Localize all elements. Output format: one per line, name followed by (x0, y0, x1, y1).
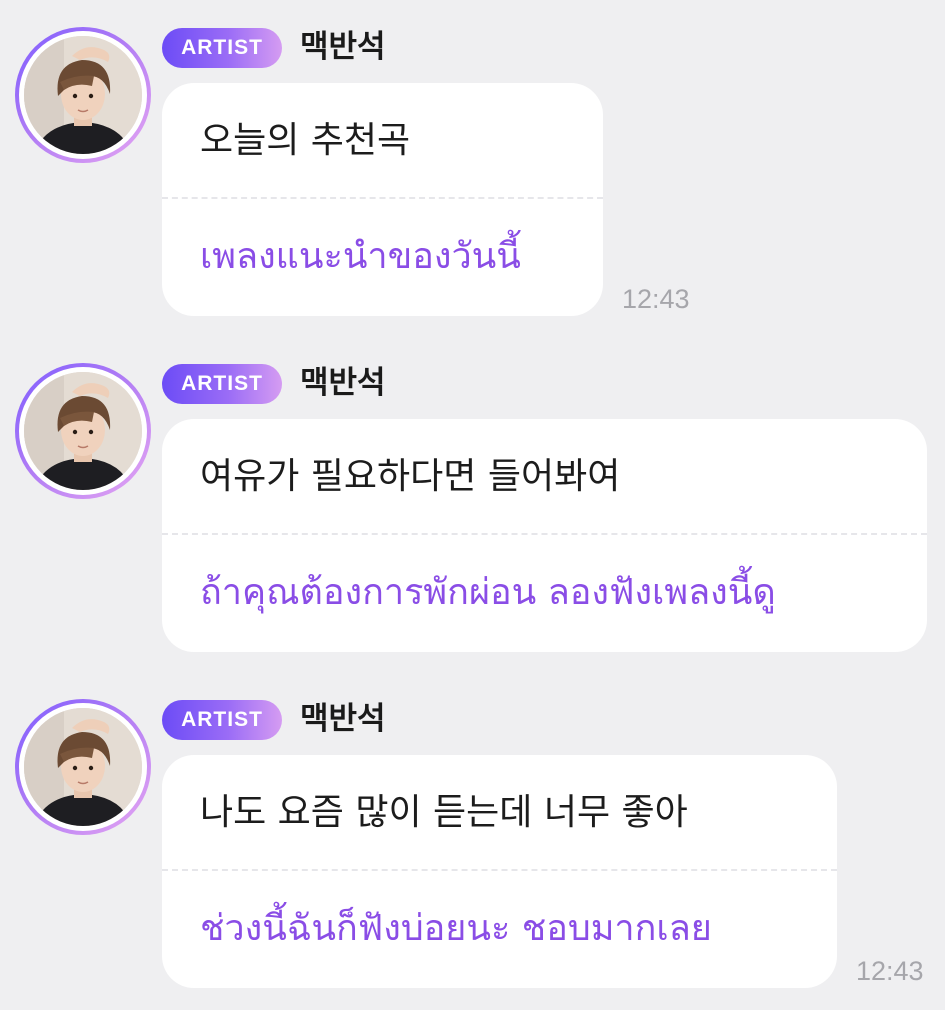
message-timestamp: 12:43 (622, 284, 690, 314)
message-text: 오늘의 추천곡 (200, 120, 411, 161)
message-timestamp: 12:43 (856, 956, 924, 986)
message-bubble[interactable]: 여유가 필요하다면 들어봐여 ถ้าคุณต้องการพักผ่อน ลองฟ… (162, 419, 927, 652)
artist-badge: ARTIST (162, 364, 282, 404)
translation-divider (162, 197, 603, 199)
message-bubble[interactable]: 나도 요즘 많이 듣는데 너무 좋아 ช่วงนี้ฉันก็ฟังบ่อยนะ… (162, 755, 837, 988)
avatar[interactable] (24, 372, 142, 490)
avatar-ring[interactable] (15, 363, 151, 499)
avatar-ring[interactable] (15, 27, 151, 163)
message-translation: ถ้าคุณต้องการพักผ่อน ลองฟังเพลงนี้ดู (200, 572, 776, 613)
avatar-photo (24, 708, 142, 826)
artist-badge: ARTIST (162, 700, 282, 740)
message-bubble[interactable]: 오늘의 추천곡 เพลงแนะนำของวันนี้ (162, 83, 603, 316)
translation-divider (162, 869, 837, 871)
sender-name: 맥반석 (300, 701, 386, 737)
avatar-ring[interactable] (15, 699, 151, 835)
message-translation: ช่วงนี้ฉันก็ฟังบ่อยนะ ชอบมากเลย (200, 908, 712, 949)
artist-badge: ARTIST (162, 28, 282, 68)
translation-divider (162, 533, 927, 535)
sender-name: 맥반석 (300, 29, 386, 65)
sender-name: 맥반석 (300, 365, 386, 401)
message-text: 여유가 필요하다면 들어봐여 (200, 456, 621, 497)
message-translation: เพลงแนะนำของวันนี้ (200, 236, 521, 277)
avatar-photo (24, 372, 142, 490)
message-text: 나도 요즘 많이 듣는데 너무 좋아 (200, 792, 688, 833)
avatar-photo (24, 36, 142, 154)
avatar[interactable] (24, 36, 142, 154)
avatar[interactable] (24, 708, 142, 826)
